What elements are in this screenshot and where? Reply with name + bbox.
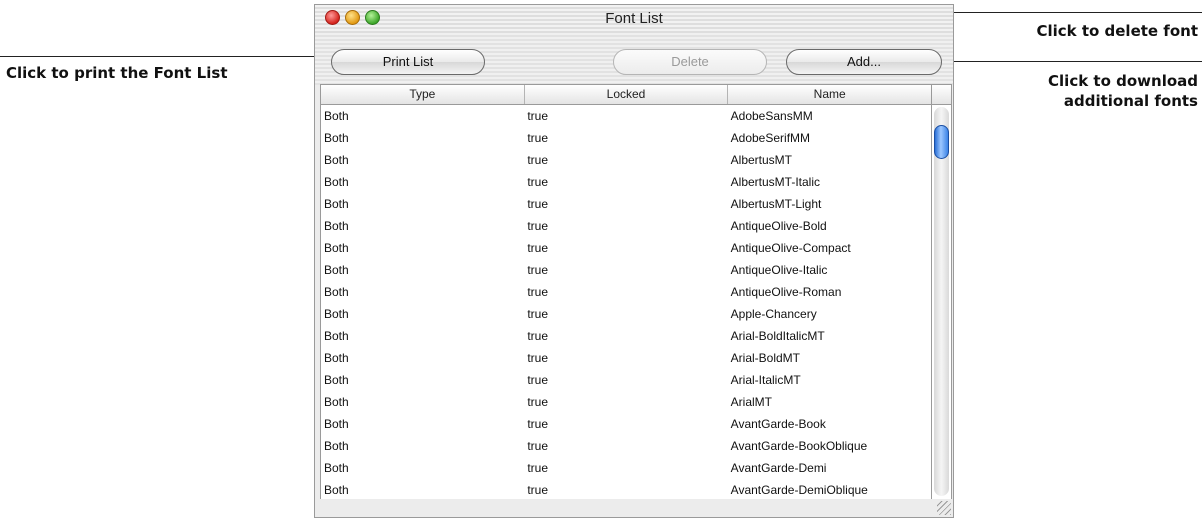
table-row[interactable]: Both true AntiqueOlive-Roman xyxy=(321,281,931,303)
cell-name: AvantGarde-BookOblique xyxy=(730,439,868,453)
cell-name: AvantGarde-Book xyxy=(730,417,826,431)
vertical-scrollbar[interactable] xyxy=(932,84,952,500)
cell-type: Both xyxy=(324,131,349,145)
callout-add-line1: Click to download xyxy=(1048,72,1198,90)
cell-locked: true xyxy=(527,483,549,497)
cell-name: AvantGarde-Demi xyxy=(730,461,827,475)
cell-name: AlbertusMT-Italic xyxy=(730,175,821,189)
cell-locked: true xyxy=(527,131,549,145)
cell-type: Both xyxy=(324,351,349,365)
table-row[interactable]: Both true AvantGarde-DemiOblique xyxy=(321,479,931,499)
cell-type: Both xyxy=(324,439,349,453)
window-bottom-bar xyxy=(315,499,953,517)
print-list-button[interactable]: Print List xyxy=(331,49,485,75)
cell-name: Arial-BoldItalicMT xyxy=(730,329,825,343)
cell-locked: true xyxy=(527,329,549,343)
font-table: Type Locked Name Both true AdobeSansMM Both… xyxy=(320,84,932,500)
cell-locked: true xyxy=(527,439,549,453)
scrollbar-header-corner xyxy=(932,85,951,105)
cell-type: Both xyxy=(324,109,349,123)
table-row[interactable]: Both true AdobeSansMM xyxy=(321,105,931,127)
cell-type: Both xyxy=(324,461,349,475)
cell-type: Both xyxy=(324,373,349,387)
callout-delete: Click to delete font xyxy=(1036,22,1198,40)
table-row[interactable]: Both true Arial-BoldMT xyxy=(321,347,931,369)
cell-type: Both xyxy=(324,483,349,497)
table-row[interactable]: Both true AlbertusMT-Light xyxy=(321,193,931,215)
cell-locked: true xyxy=(527,263,549,277)
cell-locked: true xyxy=(527,241,549,255)
cell-name: AntiqueOlive-Roman xyxy=(730,285,842,299)
table-row[interactable]: Both true ArialMT xyxy=(321,391,931,413)
cell-name: ArialMT xyxy=(730,395,772,409)
table-header: Type Locked Name xyxy=(321,85,931,105)
cell-locked: true xyxy=(527,395,549,409)
table-row[interactable]: Both true AdobeSerifMM xyxy=(321,127,931,149)
scroll-thumb[interactable] xyxy=(934,125,949,159)
scroll-track[interactable] xyxy=(934,107,949,496)
cell-name: AntiqueOlive-Bold xyxy=(730,219,827,233)
table-row[interactable]: Both true Arial-BoldItalicMT xyxy=(321,325,931,347)
cell-name: Arial-BoldMT xyxy=(730,351,801,365)
cell-name: AlbertusMT xyxy=(730,153,793,167)
cell-locked: true xyxy=(527,373,549,387)
cell-locked: true xyxy=(527,351,549,365)
cell-locked: true xyxy=(527,175,549,189)
cell-locked: true xyxy=(527,109,549,123)
resize-grip-icon[interactable] xyxy=(937,501,951,515)
cell-type: Both xyxy=(324,263,349,277)
toolbar: Print List Delete Add... xyxy=(315,33,953,85)
cell-locked: true xyxy=(527,461,549,475)
window-title: Font List xyxy=(605,10,663,27)
cell-locked: true xyxy=(527,197,549,211)
column-header-locked[interactable]: Locked xyxy=(525,85,729,104)
cell-name: AntiqueOlive-Italic xyxy=(730,263,828,277)
add-button[interactable]: Add... xyxy=(786,49,942,75)
column-header-type[interactable]: Type xyxy=(321,85,525,104)
table-row[interactable]: Both true AvantGarde-BookOblique xyxy=(321,435,931,457)
cell-type: Both xyxy=(324,417,349,431)
cell-locked: true xyxy=(527,307,549,321)
table-row[interactable]: Both true AntiqueOlive-Bold xyxy=(321,215,931,237)
column-header-name[interactable]: Name xyxy=(728,85,931,104)
table-row[interactable]: Both true AlbertusMT-Italic xyxy=(321,171,931,193)
delete-button[interactable]: Delete xyxy=(613,49,767,75)
callout-add-line xyxy=(940,61,1202,62)
cell-name: AntiqueOlive-Compact xyxy=(730,241,851,255)
cell-type: Both xyxy=(324,219,349,233)
table-row[interactable]: Both true AvantGarde-Demi xyxy=(321,457,931,479)
cell-type: Both xyxy=(324,285,349,299)
callout-print-line xyxy=(0,56,336,57)
cell-type: Both xyxy=(324,241,349,255)
cell-type: Both xyxy=(324,197,349,211)
cell-name: AlbertusMT-Light xyxy=(730,197,822,211)
table-row[interactable]: Both true Apple-Chancery xyxy=(321,303,931,325)
cell-type: Both xyxy=(324,153,349,167)
cell-name: AdobeSerifMM xyxy=(730,131,811,145)
table-row[interactable]: Both true AvantGarde-Book xyxy=(321,413,931,435)
callout-print: Click to print the Font List xyxy=(6,64,228,82)
callout-add: Click to download additional fonts xyxy=(1048,71,1198,111)
cell-type: Both xyxy=(324,307,349,321)
table-row[interactable]: Both true Arial-ItalicMT xyxy=(321,369,931,391)
cell-locked: true xyxy=(527,219,549,233)
table-row[interactable]: Both true AntiqueOlive-Italic xyxy=(321,259,931,281)
cell-locked: true xyxy=(527,417,549,431)
table-body: Both true AdobeSansMM Both true AdobeSerifMM B… xyxy=(321,105,931,499)
cell-name: Arial-ItalicMT xyxy=(730,373,801,387)
cell-name: AdobeSansMM xyxy=(730,109,813,123)
font-list-window: Font List Print List Delete Add... Type … xyxy=(314,4,954,518)
callout-add-line2: additional fonts xyxy=(1063,92,1198,110)
table-row[interactable]: Both true AntiqueOlive-Compact xyxy=(321,237,931,259)
title-bar[interactable]: Font List xyxy=(315,5,953,34)
cell-locked: true xyxy=(527,285,549,299)
cell-type: Both xyxy=(324,395,349,409)
cell-name: AvantGarde-DemiOblique xyxy=(730,483,868,497)
cell-name: Apple-Chancery xyxy=(730,307,817,321)
cell-locked: true xyxy=(527,153,549,167)
cell-type: Both xyxy=(324,175,349,189)
cell-type: Both xyxy=(324,329,349,343)
table-row[interactable]: Both true AlbertusMT xyxy=(321,149,931,171)
